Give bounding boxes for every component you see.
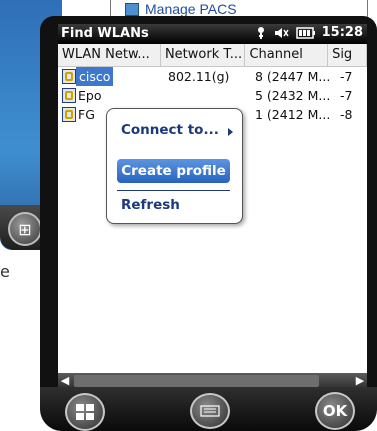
manage-pacs-label[interactable]: Manage PACS (145, 1, 237, 17)
manage-pacs-icon (125, 3, 139, 16)
title-bar: Find WLANs 15:28 (58, 24, 367, 44)
clock: 15:28 (321, 25, 363, 40)
table-header: WLAN Netw... Network T... Channel Sig (58, 44, 367, 67)
context-menu: Connect to... Create profile Refresh (106, 108, 243, 224)
column-header-channel[interactable]: Channel (245, 44, 329, 66)
volume-icon[interactable] (274, 26, 290, 40)
background-windows-icon[interactable]: ⊞ (8, 212, 42, 246)
column-header-signal[interactable]: Sig (328, 44, 367, 66)
table-row[interactable]: cisco 802.11(g) 8 (2447 M... -7 (58, 67, 367, 86)
status-area: 15:28 (254, 25, 363, 40)
window-title: Find WLANs (61, 26, 149, 41)
row-signal: -7 (340, 88, 353, 103)
ok-button[interactable]: OK (315, 392, 355, 430)
wifi-connectivity-icon[interactable] (254, 26, 268, 40)
column-header-network-type[interactable]: Network T... (161, 44, 246, 66)
windows-start-icon[interactable] (65, 393, 105, 431)
battery-icon[interactable] (295, 26, 316, 39)
row-channel: 1 (2412 M... (255, 107, 331, 122)
row-signal: -7 (340, 69, 353, 84)
menu-item-create-profile[interactable]: Create profile (117, 159, 230, 183)
table-row[interactable]: Epo 5 (2432 M... -7 (58, 86, 367, 105)
row-channel: 5 (2432 M... (255, 88, 331, 103)
row-type: 802.11(g) (168, 69, 230, 84)
row-name-cell: cisco (58, 67, 164, 86)
menu-item-refresh[interactable]: Refresh (121, 197, 180, 213)
submenu-arrow-icon (228, 128, 233, 136)
row-name: FG (78, 107, 95, 122)
menu-divider (117, 190, 230, 191)
row-channel: 8 (2447 M... (255, 69, 331, 84)
keyboard-icon[interactable] (190, 393, 230, 429)
wlan-network-icon (62, 88, 76, 103)
background-text-fragment: e (0, 262, 10, 281)
row-name-cell: Epo (58, 86, 164, 105)
scrollbar-thumb[interactable] (74, 375, 319, 387)
row-signal: -8 (340, 107, 353, 122)
column-header-wlan[interactable]: WLAN Netw... (58, 44, 161, 66)
wlan-network-icon (62, 107, 76, 122)
row-name: cisco (76, 67, 114, 86)
row-name: Epo (78, 88, 102, 103)
menu-item-connect[interactable]: Connect to... (121, 122, 219, 138)
row-type (164, 86, 251, 105)
wlan-network-icon (62, 69, 76, 84)
